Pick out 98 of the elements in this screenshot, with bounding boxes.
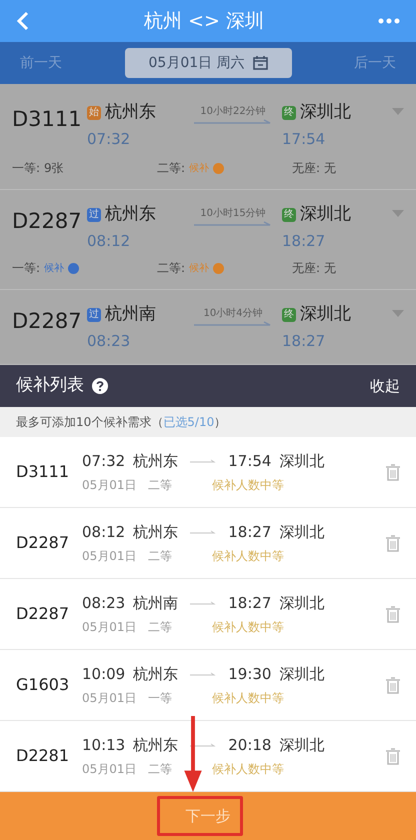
seat-class-label: 二等: xyxy=(157,160,186,177)
previous-day-button[interactable]: 前一天 xyxy=(20,52,62,74)
station-type-badge: 过 xyxy=(87,308,101,322)
hint-text: 最多可添加10个候补需求（ xyxy=(16,414,164,431)
arrival-station: 深圳北 xyxy=(279,450,324,472)
waitlist-status: 候补人数中等 xyxy=(212,690,284,708)
arrival-station: 深圳北 xyxy=(300,101,351,124)
arrival-station: 深圳北 xyxy=(300,203,351,226)
arrival-time: 18:27 xyxy=(228,592,272,614)
waitlist-label: 候补 xyxy=(189,162,210,176)
departure-time: 10:13 xyxy=(82,734,126,756)
arrival-station: 深圳北 xyxy=(300,303,351,326)
station-type-badge: 终 xyxy=(282,106,296,120)
arrival-time: 20:18 xyxy=(228,734,272,756)
seat-count: 9张 xyxy=(44,160,64,177)
station-type-badge: 终 xyxy=(282,308,296,322)
delete-icon[interactable] xyxy=(386,748,400,764)
departure-time: 10:09 xyxy=(82,664,126,685)
station-type-badge: 过 xyxy=(87,208,101,222)
waitlist-label: 候补 xyxy=(189,262,210,276)
waitlist-label: 候补 xyxy=(44,262,64,276)
arrival-time: 17:54 xyxy=(282,128,326,150)
page-title: 杭州 <> 深圳 xyxy=(143,8,265,34)
seat-class: 二等 xyxy=(148,477,173,494)
calendar-icon xyxy=(252,56,268,70)
hint-bracket: ） xyxy=(214,414,226,431)
delete-icon[interactable] xyxy=(386,606,400,622)
train-number: G1603 xyxy=(16,674,70,696)
departure-time: 07:32 xyxy=(87,128,132,150)
departure-station: 杭州东 xyxy=(133,664,178,685)
seat-class-label: 无座: xyxy=(292,160,320,177)
arrival-time: 18:27 xyxy=(228,522,272,543)
dropdown-caret-icon[interactable] xyxy=(392,310,404,317)
arrival-station: 深圳北 xyxy=(279,734,324,756)
departure-station: 杭州东 xyxy=(133,450,178,472)
duration: 10小时15分钟 xyxy=(200,206,266,221)
waitlist-status: 候补人数中等 xyxy=(212,619,284,636)
seat-count: 无 xyxy=(324,160,336,177)
arrival-station: 深圳北 xyxy=(279,522,324,543)
dropdown-caret-icon[interactable] xyxy=(392,108,404,115)
travel-date: 05月01日 xyxy=(82,619,138,636)
departure-time: 08:23 xyxy=(87,330,132,352)
arrival-time: 18:27 xyxy=(282,230,326,252)
date-picker[interactable]: 05月01日 周六 xyxy=(124,48,292,78)
departure-time: 07:32 xyxy=(82,450,126,472)
arrival-station: 深圳北 xyxy=(279,592,324,614)
departure-station: 杭州东 xyxy=(105,203,156,226)
arrival-station: 深圳北 xyxy=(279,664,324,685)
dropdown-caret-icon[interactable] xyxy=(392,210,404,217)
more-icon[interactable] xyxy=(378,18,400,24)
help-icon[interactable] xyxy=(92,378,108,394)
departure-station: 杭州南 xyxy=(105,303,156,326)
train-number: D2287 xyxy=(16,603,70,625)
delete-icon[interactable] xyxy=(386,464,400,480)
train-number: D2281 xyxy=(16,745,70,767)
seat-class: 二等 xyxy=(148,619,173,636)
duration: 10小时22分钟 xyxy=(200,104,266,119)
arrival-time: 17:54 xyxy=(228,450,272,472)
departure-station: 杭州东 xyxy=(105,101,156,124)
departure-station: 杭州南 xyxy=(133,592,178,614)
travel-date: 05月01日 xyxy=(82,548,138,566)
departure-station: 杭州东 xyxy=(133,734,178,756)
travel-date: 05月01日 xyxy=(82,477,138,494)
collapse-button[interactable]: 收起 xyxy=(370,374,400,398)
train-number: D3111 xyxy=(16,461,70,483)
back-icon[interactable] xyxy=(16,11,30,31)
station-type-badge: 始 xyxy=(87,106,101,120)
next-day-button[interactable]: 后一天 xyxy=(354,52,396,74)
seat-count: 无 xyxy=(324,260,336,277)
waitlist-status: 候补人数中等 xyxy=(212,477,284,494)
seat-class: 二等 xyxy=(148,548,173,566)
departure-time: 08:12 xyxy=(87,230,132,252)
arrival-time: 18:27 xyxy=(282,330,326,352)
seat-class: 一等 xyxy=(148,690,173,708)
train-number: D2287 xyxy=(12,208,83,235)
train-number: D2287 xyxy=(12,308,83,335)
delete-icon[interactable] xyxy=(386,534,400,552)
panel-title: 候补列表 xyxy=(16,374,84,398)
departure-station: 杭州东 xyxy=(133,522,178,543)
waitlist-status: 候补人数中等 xyxy=(212,548,284,566)
train-number: D2287 xyxy=(16,532,70,554)
seat-class-label: 一等: xyxy=(12,160,40,177)
next-step-button[interactable]: 下一步 xyxy=(0,792,416,840)
selected-count: 已选5/10 xyxy=(163,414,214,431)
departure-time: 08:23 xyxy=(82,592,126,614)
travel-date: 05月01日 xyxy=(82,761,138,778)
station-type-badge: 终 xyxy=(282,208,296,222)
delete-icon[interactable] xyxy=(386,676,400,694)
seat-class-label: 一等: xyxy=(12,260,40,277)
seat-class: 二等 xyxy=(148,761,173,778)
travel-date: 05月01日 xyxy=(82,690,138,708)
seat-class-label: 无座: xyxy=(292,260,320,277)
departure-time: 08:12 xyxy=(82,522,126,543)
duration: 10小时4分钟 xyxy=(203,306,263,321)
seat-class-label: 二等: xyxy=(157,260,186,277)
arrival-time: 19:30 xyxy=(228,664,272,685)
train-number: D3111 xyxy=(12,106,83,133)
waitlist-status: 候补人数中等 xyxy=(212,761,284,778)
